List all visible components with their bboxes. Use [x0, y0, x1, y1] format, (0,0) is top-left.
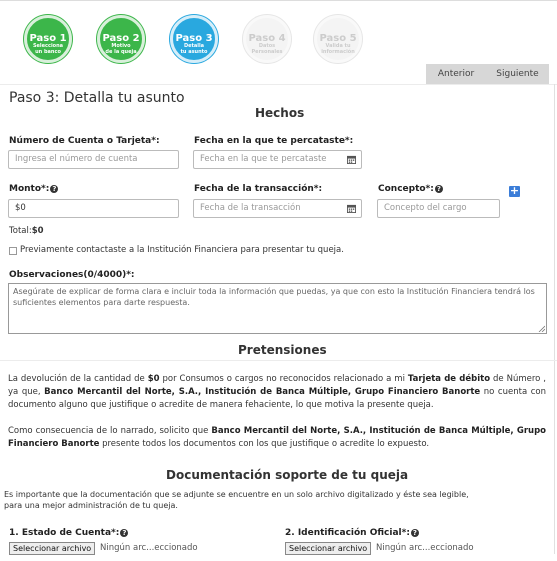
calendar-icon[interactable] [347, 155, 356, 164]
doc2-label-text: 2. Identificación Oficial*: [285, 528, 410, 538]
calendar-icon[interactable] [347, 204, 356, 213]
step-5: Paso 5 Valida tu información [314, 15, 362, 63]
observations-textarea[interactable]: Asegúrate de explicar de forma clara e i… [8, 283, 547, 334]
documents-heading: Documentación soporte de tu queja [166, 468, 409, 482]
step-3[interactable]: Paso 3 Detalla tu asunto [170, 15, 218, 63]
help-icon[interactable]: ? [434, 184, 443, 193]
transaction-date-input[interactable]: Fecha de la transacción [193, 199, 362, 218]
observations-label: Observaciones(0/4000)*: [9, 270, 135, 280]
concept-input[interactable]: Concepto del cargo [377, 199, 500, 218]
para-bank: Banco Mercantil del Norte, S.A., Institu… [44, 387, 481, 397]
pretension-paragraph-1: La devolución de la cantidad de $0 por C… [8, 373, 546, 412]
para-text: Como consecuencia de lo narrado, solicit… [8, 426, 212, 436]
doc1-file-status: Ningún arc...eccionado [100, 543, 198, 553]
account-label: Número de Cuenta o Tarjeta*: [9, 136, 160, 146]
step-subtitle: Personales [251, 48, 283, 55]
account-input[interactable]: Ingresa el número de cuenta [8, 150, 179, 169]
transaction-date-placeholder: Fecha de la transacción [200, 203, 301, 213]
total-value: $0 [31, 226, 44, 236]
doc1-file-button[interactable]: Seleccionar archivo [9, 542, 96, 555]
noticed-date-input[interactable]: Fecha en la que te percataste [193, 150, 362, 169]
para-product: Tarjeta de débito [407, 374, 491, 384]
doc1-label-text: 1. Estado de Cuenta*: [9, 528, 120, 538]
step-subtitle: de la queja [105, 48, 137, 55]
step-1[interactable]: Paso 1 Selecciona un banco [24, 15, 72, 63]
section-divider [0, 360, 557, 361]
doc2-label: 2. Identificación Oficial*:? [285, 528, 419, 538]
para-text: La devolución de la cantidad de [8, 374, 148, 384]
pretensiones-heading: Pretensiones [238, 343, 327, 357]
previous-button[interactable]: Anterior [426, 64, 486, 84]
next-button[interactable]: Siguiente [486, 64, 549, 84]
concept-label: Concepto*:? [378, 184, 443, 194]
concept-label-text: Concepto*: [378, 184, 434, 194]
transaction-date-label: Fecha de la transacción*: [194, 184, 323, 194]
noticed-date-placeholder: Fecha en la que te percataste [200, 154, 327, 164]
amount-label-text: Monto*: [9, 184, 50, 194]
resize-grip-icon[interactable] [538, 325, 545, 332]
previous-contact-label: Previamente contactaste a la Institución… [20, 245, 344, 255]
step-subtitle: tu asunto [180, 48, 208, 55]
header-divider [0, 84, 557, 85]
observations-placeholder: Asegúrate de explicar de forma clara e i… [13, 287, 535, 307]
previous-contact-checkbox[interactable] [9, 247, 17, 255]
doc2-file-button[interactable]: Seleccionar archivo [285, 542, 372, 555]
doc2-file-status: Ningún arc...eccionado [376, 543, 474, 553]
amount-input[interactable]: $0 [8, 199, 179, 218]
pretension-paragraph-2: Como consecuencia de lo narrado, solicit… [8, 425, 546, 451]
step-4: Paso 4 Datos Personales [243, 15, 291, 63]
amount-label: Monto*:? [9, 184, 59, 194]
para-text: por Consumos o cargos no reconocidos rel… [159, 374, 408, 384]
help-icon[interactable]: ? [120, 528, 129, 537]
top-divider [0, 0, 557, 1]
help-icon[interactable]: ? [50, 184, 59, 193]
step-subtitle: información [321, 48, 355, 55]
step-subtitle: un banco [35, 48, 61, 55]
doc1-label: 1. Estado de Cuenta*:? [9, 528, 129, 538]
para-amount: $0 [147, 374, 160, 384]
add-concept-button[interactable]: + [509, 185, 520, 197]
noticed-date-label: Fecha en la que te percataste*: [194, 136, 354, 146]
right-border [554, 84, 555, 554]
page-title: Paso 3: Detalla tu asunto [9, 90, 185, 106]
total-row: Total:$0 [9, 226, 44, 236]
total-label: Total: [9, 226, 32, 236]
para-text: presente todos los documentos con los qu… [99, 439, 430, 449]
hechos-heading: Hechos [255, 106, 305, 120]
documents-note: Es importante que la documentación que s… [4, 490, 469, 510]
step-2[interactable]: Paso 2 Motivo de la queja [97, 15, 145, 63]
step-navigation: Anterior Siguiente [426, 64, 549, 84]
help-icon[interactable]: ? [410, 528, 419, 537]
